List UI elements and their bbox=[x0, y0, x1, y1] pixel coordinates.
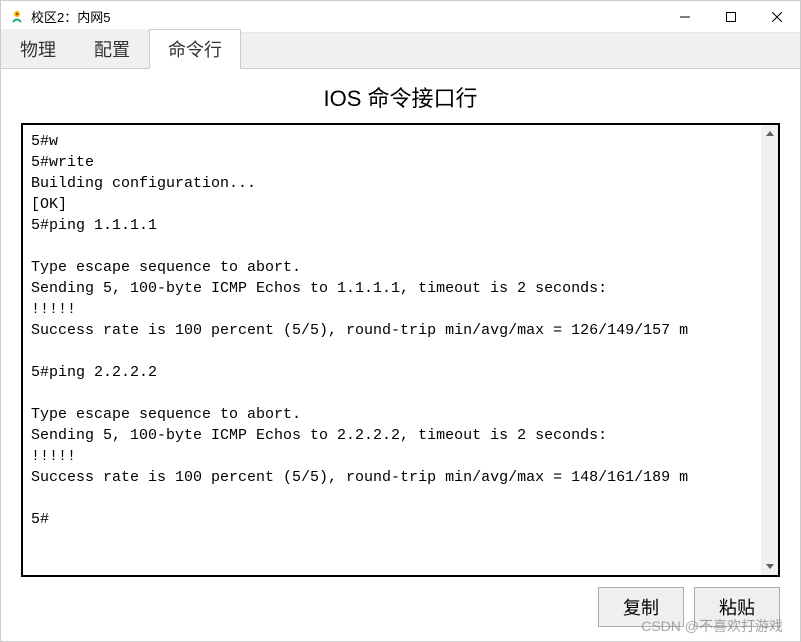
tab-physical[interactable]: 物理 bbox=[1, 29, 75, 68]
cli-heading: IOS 命令接口行 bbox=[21, 81, 780, 113]
tab-cli[interactable]: 命令行 bbox=[149, 29, 241, 69]
minimize-button[interactable] bbox=[662, 1, 708, 33]
content-area: IOS 命令接口行 5#w 5#write Building configura… bbox=[1, 69, 800, 641]
tab-bar: 物理 配置 命令行 bbox=[1, 33, 800, 69]
terminal-scrollbar[interactable] bbox=[761, 125, 778, 575]
window-title: 校区2：内网5 bbox=[31, 7, 110, 26]
terminal-output[interactable]: 5#w 5#write Building configuration... [O… bbox=[23, 125, 778, 575]
scroll-down-arrow[interactable] bbox=[761, 558, 778, 575]
scroll-up-arrow[interactable] bbox=[761, 125, 778, 142]
watermark-text: CSDN @不喜欢打游戏 bbox=[641, 616, 783, 636]
app-icon bbox=[9, 9, 25, 25]
terminal-container: 5#w 5#write Building configuration... [O… bbox=[21, 123, 780, 577]
maximize-button[interactable] bbox=[708, 1, 754, 33]
scroll-track[interactable] bbox=[761, 142, 778, 558]
tab-config[interactable]: 配置 bbox=[75, 29, 149, 68]
close-button[interactable] bbox=[754, 1, 800, 33]
app-window: 校区2：内网5 物理 配置 命令行 IOS 命令接口行 5#w 5#write … bbox=[0, 0, 801, 642]
